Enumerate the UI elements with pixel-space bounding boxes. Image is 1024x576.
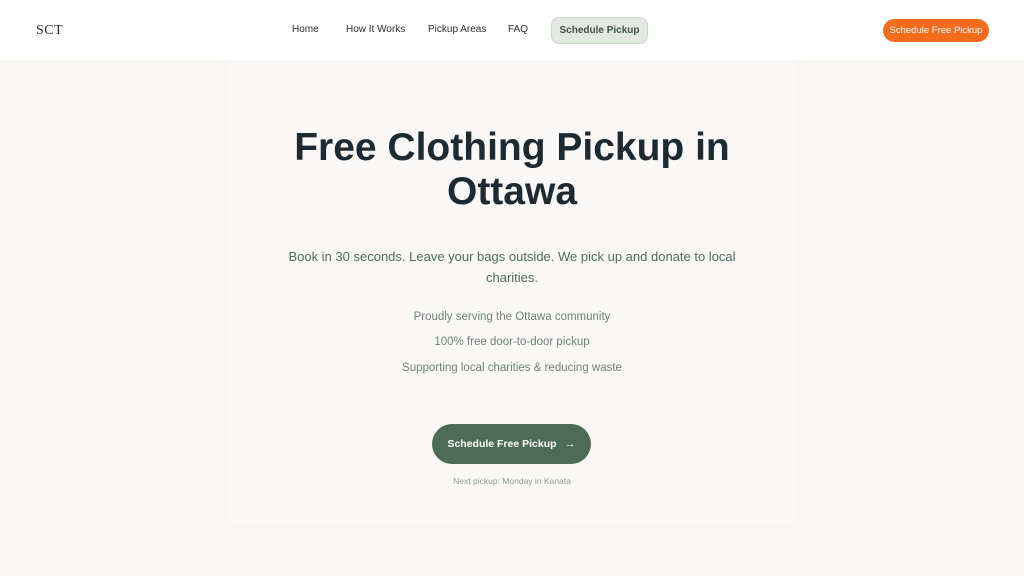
header-schedule-free-pickup-button[interactable]: Schedule Free Pickup xyxy=(883,19,989,42)
hero-headline-line1: Free Clothing Pickup in xyxy=(294,126,730,169)
nav-link-how-it-works[interactable]: How It Works xyxy=(346,24,405,35)
feature-item-free-pickup: 100% free door-to-door pickup xyxy=(434,336,590,348)
nav-schedule-pickup-button[interactable]: Schedule Pickup xyxy=(551,17,648,44)
next-pickup-note: Next pickup: Monday in Kanata xyxy=(453,476,571,486)
main-nav: Home How It Works Pickup Areas FAQ Sched… xyxy=(0,17,1024,44)
nav-link-home[interactable]: Home xyxy=(292,24,319,35)
hero-schedule-free-pickup-button[interactable]: Schedule Free Pickup → xyxy=(432,424,591,464)
hero-headline-line2: Ottawa xyxy=(446,170,578,213)
feature-item-community: Proudly serving the Ottawa community xyxy=(413,311,611,323)
nav-link-faq[interactable]: FAQ xyxy=(508,24,528,35)
hero-subtitle: Book in 30 seconds. Leave your bags outs… xyxy=(288,249,736,285)
nav-link-pickup-areas[interactable]: Pickup Areas xyxy=(428,24,486,35)
feature-item-charities: Supporting local charities & reducing wa… xyxy=(402,362,622,374)
top-navigation-bar: SCT Home How It Works Pickup Areas FAQ S… xyxy=(0,0,1024,60)
arrow-right-icon: → xyxy=(564,438,576,450)
hero-cta-label: Schedule Free Pickup xyxy=(447,438,557,450)
hero-headline: Free Clothing Pickup in Ottawa xyxy=(0,126,1024,214)
